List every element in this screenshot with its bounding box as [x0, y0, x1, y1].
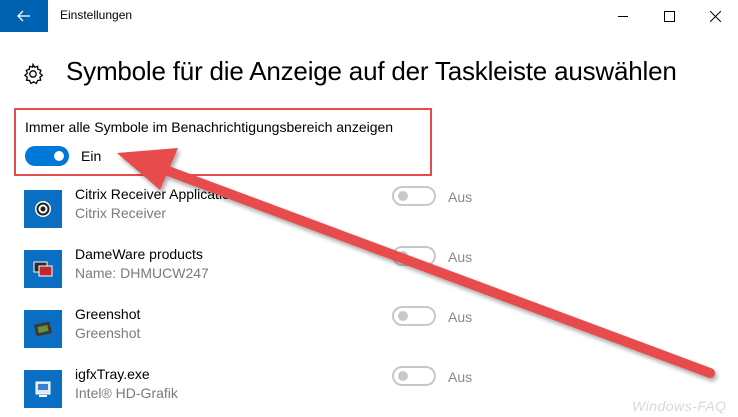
toggle-knob	[398, 251, 408, 261]
back-button[interactable]	[0, 0, 48, 32]
maximize-icon	[663, 10, 675, 22]
page-header-icon-wrap	[22, 54, 44, 94]
greenshot-icon	[24, 310, 62, 348]
app-subtitle: Citrix Receiver	[75, 205, 167, 221]
app-toggle-state: Aus	[448, 189, 473, 205]
app-subtitle: Name: DHMUCW247	[75, 265, 209, 281]
app-toggle-igfxtray[interactable]	[392, 366, 436, 386]
app-name: Greenshot	[75, 306, 141, 322]
minimize-button[interactable]	[600, 0, 646, 32]
app-subtitle: Greenshot	[75, 325, 141, 341]
window-title: Einstellungen	[60, 8, 133, 22]
intel-graphics-icon	[24, 370, 62, 408]
watermark: Windows-FAQ	[632, 398, 727, 414]
list-item: Citrix Receiver Application Citrix Recei…	[24, 184, 444, 234]
app-name: DameWare products	[75, 246, 203, 262]
arrow-left-icon	[17, 10, 30, 22]
toggle-knob	[54, 151, 64, 161]
toggle-knob	[398, 191, 408, 201]
app-name: igfxTray.exe	[75, 366, 150, 382]
title-bar: Einstellungen	[0, 0, 738, 32]
list-item: DameWare products Name: DHMUCW247	[24, 244, 444, 294]
always-show-label: Immer alle Symbole im Benachrichtigungsb…	[25, 119, 394, 135]
list-item: igfxTray.exe Intel® HD-Grafik	[24, 364, 444, 414]
maximize-button[interactable]	[646, 0, 692, 32]
app-toggle-state: Aus	[448, 369, 473, 385]
always-show-toggle[interactable]	[25, 146, 69, 166]
close-button[interactable]	[692, 0, 738, 32]
close-icon	[709, 10, 721, 22]
app-toggle-state: Aus	[448, 249, 473, 265]
dameware-icon	[24, 250, 62, 288]
app-toggle-state: Aus	[448, 309, 473, 325]
toggle-knob	[398, 371, 408, 381]
app-name: Citrix Receiver Application	[75, 186, 238, 202]
minimize-icon	[617, 15, 628, 17]
list-item: Greenshot Greenshot	[24, 304, 444, 354]
app-toggle-citrix[interactable]	[392, 186, 436, 206]
app-toggle-dameware[interactable]	[392, 246, 436, 266]
gear-icon	[23, 63, 44, 85]
page-title: Symbole für die Anzeige auf der Taskleis…	[66, 56, 677, 86]
app-subtitle: Intel® HD-Grafik	[75, 385, 178, 401]
always-show-state: Ein	[81, 148, 102, 164]
toggle-knob	[398, 311, 408, 321]
citrix-receiver-icon	[24, 190, 62, 228]
app-toggle-greenshot[interactable]	[392, 306, 436, 326]
